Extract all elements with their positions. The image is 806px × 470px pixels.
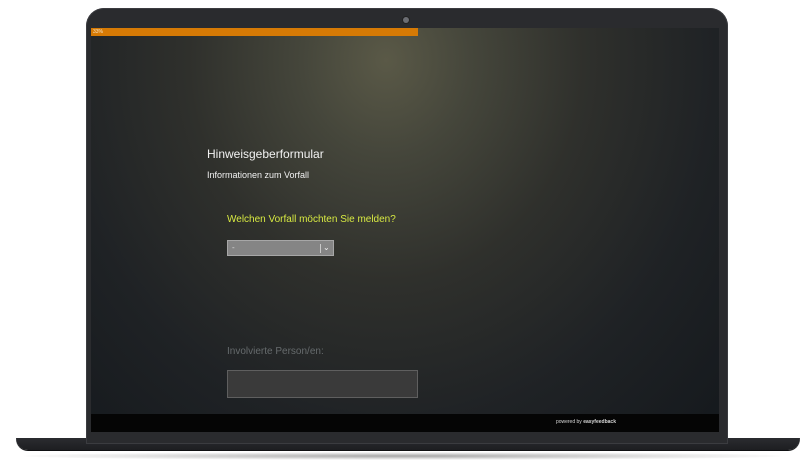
- chevron-down-icon[interactable]: ⌄: [323, 242, 330, 254]
- powered-by-prefix: powered by: [555, 419, 582, 425]
- progress-bar: 33%: [91, 28, 719, 36]
- laptop-mockup: 33% Hinweisgeberformular Informationen z…: [0, 0, 806, 470]
- screen: 33% Hinweisgeberformular Informationen z…: [91, 28, 719, 432]
- select-divider: [320, 244, 321, 253]
- brand-link[interactable]: easyfeedback: [583, 419, 616, 425]
- involved-persons-input[interactable]: [227, 370, 418, 398]
- progress-label: 33%: [93, 29, 104, 35]
- involved-persons-label: Involvierte Person/en:: [227, 346, 324, 357]
- incident-question-label: Welchen Vorfall möchten Sie melden?: [227, 214, 396, 225]
- camera-icon: [403, 17, 409, 23]
- page-title: Hinweisgeberformular: [207, 147, 324, 161]
- incident-select[interactable]: - ⌄: [227, 240, 334, 256]
- section-title: Informationen zum Vorfall: [207, 170, 310, 180]
- laptop-shadow: [24, 452, 782, 460]
- powered-by-text: powered by easyfeedback: [556, 419, 616, 426]
- progress-fill: [91, 28, 418, 36]
- footer: powered by easyfeedback: [91, 414, 719, 432]
- incident-select-value: -: [232, 243, 235, 252]
